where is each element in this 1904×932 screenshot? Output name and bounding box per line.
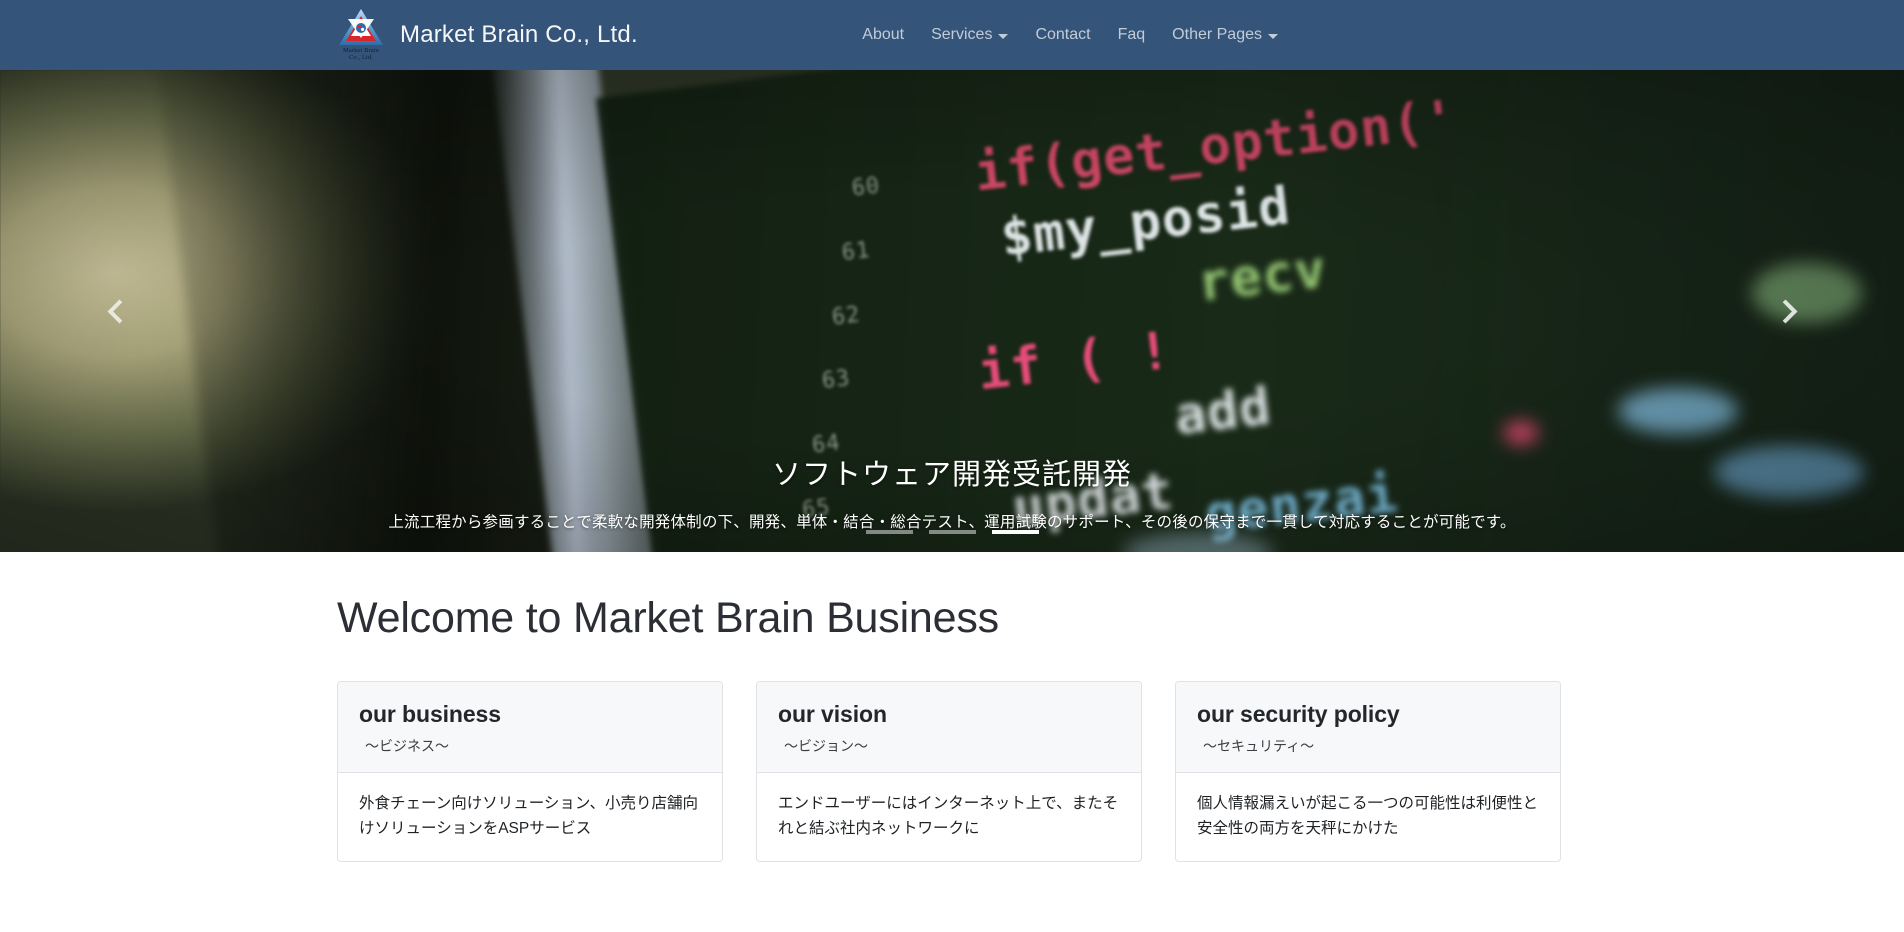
page-title: Welcome to Market Brain Business — [337, 594, 999, 642]
brand-logo-link[interactable]: Market Brain Co., Ltd. Market Brain Co.,… — [335, 6, 638, 64]
card-header: our vision 〜ビジョン〜 — [757, 682, 1141, 773]
nav-label-about: About — [862, 26, 905, 43]
nav-item-about: About — [862, 26, 904, 44]
main-navbar: Market Brain Co., Ltd. Market Brain Co.,… — [0, 0, 1904, 70]
chevron-down-icon — [1268, 33, 1278, 39]
card-header: our business 〜ビジネス〜 — [338, 682, 722, 773]
nav-item-services: Services — [931, 26, 1009, 44]
nav-item-other-pages: Other Pages — [1172, 26, 1278, 44]
nav-link-faq[interactable]: Faq — [1118, 26, 1146, 44]
nav-label-faq: Faq — [1117, 26, 1146, 43]
chevron-left-icon — [106, 298, 132, 324]
carousel-indicators — [0, 530, 1904, 534]
logo-caption-line2: Co., Ltd. — [348, 54, 373, 62]
chevron-down-icon — [998, 33, 1009, 39]
nav-item-contact: Contact — [1035, 26, 1090, 44]
carousel-caption: ソフトウェア開発受託開発 上流工程から参画することで柔軟な開発体制の下、開発、単… — [0, 457, 1904, 552]
chevron-right-icon — [1772, 298, 1798, 324]
nav-link-contact[interactable]: Contact — [1035, 26, 1090, 44]
card-header: our security policy 〜セキュリティ〜 — [1176, 682, 1560, 773]
card-our-vision: our vision 〜ビジョン〜 エンドユーザーにはインターネット上で、またそ… — [756, 681, 1142, 863]
card-title: our security policy — [1197, 701, 1400, 727]
nav-label-services: Services — [931, 26, 993, 43]
card-body: エンドユーザーにはインターネット上で、またそれと結ぶ社内ネットワークに — [778, 795, 1119, 838]
card-our-security-policy: our security policy 〜セキュリティ〜 個人情報漏えいが起こる… — [1175, 681, 1561, 863]
brand-name: Market Brain Co., Ltd. — [400, 21, 638, 48]
nav-link-other-pages[interactable]: Other Pages — [1172, 26, 1278, 44]
carousel-next-button[interactable] — [1744, 70, 1826, 552]
logo-caption: Market Brain Co., Ltd. — [343, 47, 379, 62]
logo-caption-line1: Market Brain — [342, 47, 380, 54]
nav-item-faq: Faq — [1118, 26, 1146, 44]
welcome-section: Welcome to Market Brain Business — [0, 552, 1904, 643]
card-subtitle: 〜セキュリティ〜 — [1203, 738, 1315, 754]
hero-carousel: 60 61 62 63 64 65 if(get_option(' $my_po… — [0, 70, 1904, 552]
card-title: our business — [359, 701, 501, 727]
card-our-business: our business 〜ビジネス〜 外食チェーン向けソリューション、小売り店… — [337, 681, 723, 863]
card-subtitle: 〜ビジョン〜 — [784, 738, 868, 754]
primary-nav: About Services Contact Faq Other Pages — [862, 26, 1278, 44]
carousel-indicator-3[interactable] — [991, 530, 1039, 534]
carousel-indicator-2[interactable] — [928, 530, 976, 534]
card-body: 外食チェーン向けソリューション、小売り店舗向けソリューションをASPサービス — [359, 795, 698, 838]
card-title: our vision — [778, 701, 887, 727]
nav-link-services[interactable]: Services — [931, 26, 1009, 44]
nav-label-contact: Contact — [1035, 26, 1091, 43]
card-subtitle: 〜ビジネス〜 — [365, 738, 449, 754]
feature-cards: our business 〜ビジネス〜 外食チェーン向けソリューション、小売り店… — [0, 681, 1904, 863]
triangle-star-logo-icon: Market Brain Co., Ltd. — [335, 6, 387, 64]
carousel-caption-title: ソフトウェア開発受託開発 — [771, 458, 1132, 491]
card-body: 個人情報漏えいが起こる一つの可能性は利便性と安全性の両方を天秤にかけた — [1197, 795, 1539, 838]
carousel-caption-subtitle: 上流工程から参画することで柔軟な開発体制の下、開発、単体・結合・総合テスト、運用… — [388, 514, 1516, 531]
nav-label-other-pages: Other Pages — [1172, 26, 1262, 43]
nav-link-about[interactable]: About — [862, 26, 904, 44]
carousel-prev-button[interactable] — [78, 70, 160, 552]
carousel-indicator-1[interactable] — [865, 530, 913, 534]
